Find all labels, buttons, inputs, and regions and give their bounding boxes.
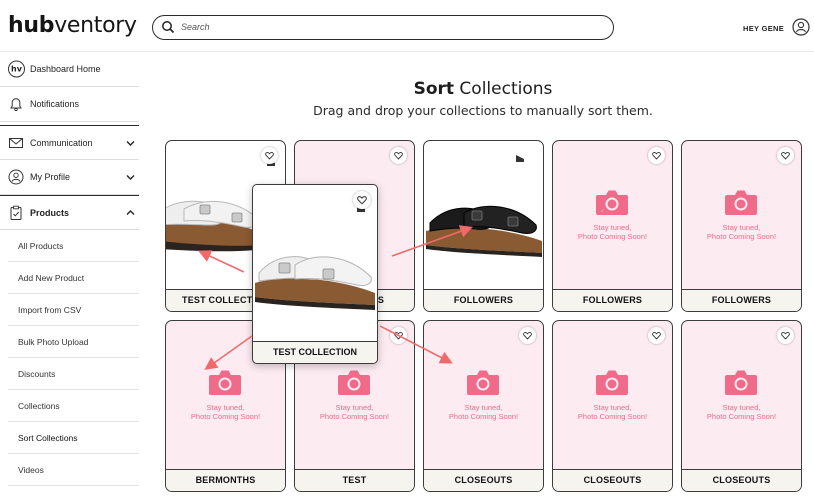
placeholder-text: Stay tuned, Photo Coming Soon! <box>706 223 777 241</box>
favorite-button[interactable] <box>777 327 794 344</box>
user-icon <box>8 169 24 185</box>
sidebar-subitem-all-products[interactable]: All Products <box>8 230 139 262</box>
placeholder-text: Stay tuned, Photo Coming Soon! <box>448 403 519 421</box>
app-logo[interactable]: hubventory <box>8 13 137 38</box>
dragging-collection-card[interactable]: TEST COLLECTION <box>252 184 378 364</box>
heart-icon <box>652 151 661 160</box>
page-title: Sort Collections <box>413 79 553 99</box>
heart-icon <box>394 151 403 160</box>
heart-icon <box>781 151 790 160</box>
sidebar-subitem-label: Sort Collections <box>18 432 78 443</box>
collection-card-label: CLOSEOUTS <box>553 469 672 491</box>
heart-icon <box>652 331 661 340</box>
camera-icon <box>209 370 241 395</box>
user-greeting: HEY GENE <box>743 24 785 33</box>
sidebar-item-dashboard-home[interactable]: hv Dashboard Home <box>0 52 139 87</box>
sidebar-subitem-add-new-product[interactable]: Add New Product <box>8 262 139 294</box>
search-bar[interactable] <box>152 15 614 40</box>
collection-card-label: FOLLOWERS <box>682 289 801 311</box>
sidebar-subitem-label: All Products <box>18 240 64 251</box>
sidebar-subitem-discounts[interactable]: Discounts <box>8 358 139 390</box>
favorite-button[interactable] <box>648 147 665 164</box>
user-avatar-icon[interactable] <box>792 18 810 36</box>
sidebar-subitem-label: Add New Product <box>18 272 85 283</box>
sidebar-subitem-label: Discounts <box>18 368 56 379</box>
sidebar-item-label: Communication <box>30 137 93 148</box>
heart-icon <box>265 151 274 160</box>
sidebar-item-label: Dashboard Home <box>30 64 101 74</box>
envelope-icon <box>9 137 23 148</box>
sidebar-item-label: My Profile <box>30 172 71 182</box>
collection-card[interactable]: Stay tuned, Photo Coming Soon! FOLLOWERS <box>681 140 802 312</box>
collection-card-label: FOLLOWERS <box>553 289 672 311</box>
page-subtitle: Drag and drop your collections to manual… <box>313 103 653 118</box>
placeholder-text: Stay tuned, Photo Coming Soon! <box>577 403 648 421</box>
clipboard-icon <box>10 205 22 220</box>
collection-card[interactable]: Stay tuned, Photo Coming Soon! CLOSEOUTS <box>552 320 673 492</box>
favorite-button[interactable] <box>261 147 278 164</box>
heart-icon <box>781 331 790 340</box>
heart-icon <box>523 331 532 340</box>
camera-icon <box>596 370 628 395</box>
svg-text:✓: ✓ <box>601 208 604 213</box>
sidebar-subitem-collections[interactable]: Collections <box>8 390 139 422</box>
sidebar-item-my-profile[interactable]: My Profile <box>0 160 139 195</box>
collection-card[interactable]: Stay tuned, Photo Coming Soon! CLOSEOUTS <box>423 320 544 492</box>
sidebar-item-label: Notifications <box>30 99 80 109</box>
collection-card[interactable]: Stay tuned, Photo Coming Soon! CLOSEOUTS <box>681 320 802 492</box>
favorite-button[interactable] <box>353 191 371 209</box>
sidebar-subitem-sort-collections[interactable]: Sort Collections <box>8 422 139 454</box>
placeholder-text: Stay tuned, Photo Coming Soon! <box>577 223 648 241</box>
placeholder-text: Stay tuned, Photo Coming Soon! <box>190 403 261 421</box>
sidebar-subitem-label: Collections <box>18 400 60 411</box>
sidebar-item-label: Products <box>30 207 70 218</box>
sidebar-subitem-import-csv[interactable]: Import from CSV <box>8 294 139 326</box>
favorite-button[interactable] <box>519 327 536 344</box>
chevron-up-icon[interactable] <box>126 208 135 217</box>
collection-card-label: TEST COLLECTION <box>253 341 377 363</box>
placeholder-text: Stay tuned, Photo Coming Soon! <box>706 403 777 421</box>
chevron-down-icon[interactable] <box>126 173 135 182</box>
sidebar-subitem-label: Bulk Photo Upload <box>18 336 89 347</box>
top-bar: hubventory HEY GENE <box>0 0 814 52</box>
camera-icon <box>467 370 499 395</box>
collection-card-label: BERMONTHS <box>166 469 285 491</box>
collection-card[interactable]: ✓ Stay tuned, Photo Coming Soon! FOLLOWER… <box>552 140 673 312</box>
camera-icon <box>725 190 757 215</box>
favorite-button[interactable] <box>777 147 794 164</box>
hv-logo-icon: hv <box>8 60 25 78</box>
heart-icon <box>394 331 403 340</box>
favorite-button[interactable] <box>390 147 407 164</box>
corner-mark-icon <box>516 155 524 162</box>
collection-card-label: FOLLOWERS <box>424 289 543 311</box>
sidebar-item-products[interactable]: Products <box>0 195 139 230</box>
sidebar-subitem-videos[interactable]: Videos <box>8 454 139 486</box>
collection-card-label: CLOSEOUTS <box>682 469 801 491</box>
sidebar-item-communication[interactable]: Communication <box>0 125 139 160</box>
sidebar: hv Dashboard Home Notifications Communic… <box>0 52 139 500</box>
sidebar-subitem-label: Videos <box>18 464 44 475</box>
sidebar-subitem-label: Import from CSV <box>18 304 82 315</box>
camera-icon <box>338 370 370 395</box>
chevron-down-icon[interactable] <box>126 138 135 147</box>
black-sandal-image <box>426 205 542 257</box>
collection-card-label: CLOSEOUTS <box>424 469 543 491</box>
white-sandal-image <box>255 256 375 310</box>
favorite-button[interactable] <box>390 327 407 344</box>
heart-icon <box>357 196 367 205</box>
collection-card[interactable]: FOLLOWERS <box>423 140 544 312</box>
sidebar-item-notifications[interactable]: Notifications <box>0 87 139 122</box>
search-icon <box>162 21 175 34</box>
search-input[interactable] <box>181 19 601 35</box>
sidebar-subitem-bulk-photo-upload[interactable]: Bulk Photo Upload <box>8 326 139 358</box>
favorite-button[interactable] <box>648 327 665 344</box>
camera-icon: ✓ <box>596 190 628 215</box>
camera-icon <box>725 370 757 395</box>
placeholder-text: Stay tuned, Photo Coming Soon! <box>319 403 390 421</box>
bell-icon <box>10 98 22 112</box>
collection-card-label: TEST <box>295 469 414 491</box>
